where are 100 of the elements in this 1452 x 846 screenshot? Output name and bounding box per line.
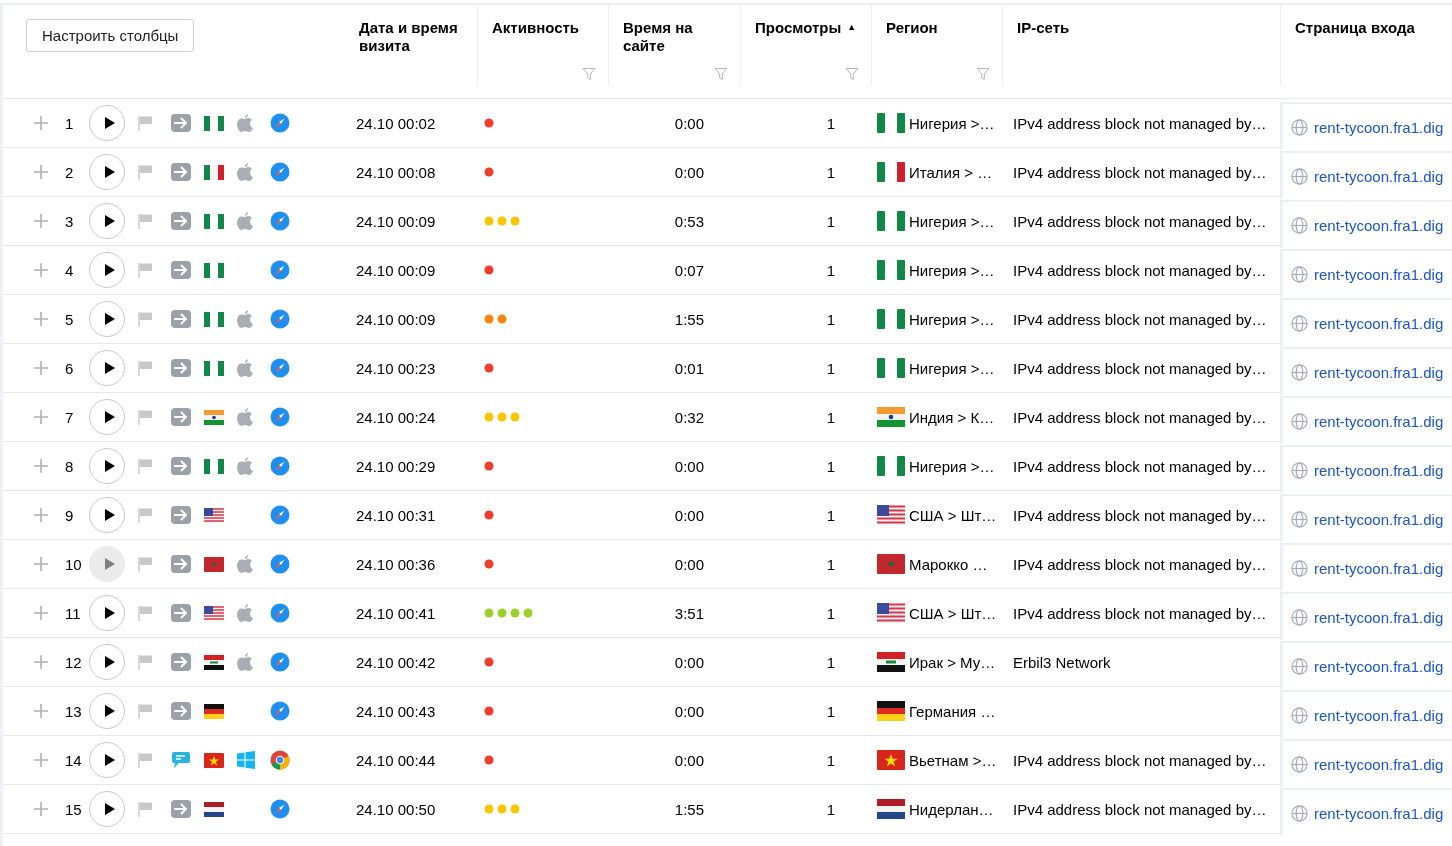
play-button[interactable] bbox=[89, 203, 125, 239]
play-button[interactable] bbox=[89, 693, 125, 729]
expand-icon[interactable] bbox=[34, 704, 48, 718]
expand-icon[interactable] bbox=[34, 753, 48, 767]
column-header[interactable]: Время на сайте bbox=[623, 19, 726, 55]
flag-icon[interactable] bbox=[137, 115, 153, 131]
column-header[interactable]: Дата и время визита bbox=[359, 19, 463, 55]
country-flag-icon bbox=[877, 260, 905, 280]
entry-page-link[interactable]: rent-tycoon.fra1.dig bbox=[1314, 314, 1444, 332]
visit-datetime: 24.10 00:09 bbox=[356, 261, 436, 279]
entry-page-link[interactable]: rent-tycoon.fra1.dig bbox=[1314, 265, 1444, 283]
entry-page-link[interactable]: rent-tycoon.fra1.dig bbox=[1314, 657, 1444, 675]
expand-icon[interactable] bbox=[34, 116, 48, 130]
expand-icon[interactable] bbox=[34, 410, 48, 424]
play-button[interactable] bbox=[89, 644, 125, 680]
filter-icon[interactable] bbox=[845, 67, 859, 81]
entry-page-link[interactable]: rent-tycoon.fra1.dig bbox=[1314, 216, 1444, 234]
region-text: Нигерия >… bbox=[909, 212, 995, 230]
flag-icon[interactable] bbox=[137, 654, 153, 670]
expand-icon[interactable] bbox=[34, 263, 48, 277]
play-button[interactable] bbox=[89, 742, 125, 778]
region-text: Марокко … bbox=[909, 555, 988, 573]
flag-icon[interactable] bbox=[137, 360, 153, 376]
configure-columns-button[interactable]: Настроить столбцы bbox=[26, 19, 195, 52]
visit-datetime: 24.10 00:23 bbox=[356, 359, 436, 377]
entry-page-link[interactable]: rent-tycoon.fra1.dig bbox=[1314, 755, 1444, 773]
ip-network: IPv4 address block not managed by… bbox=[1013, 457, 1267, 475]
visit-datetime: 24.10 00:09 bbox=[356, 212, 436, 230]
row-number: 2 bbox=[65, 163, 75, 181]
page-views: 1 bbox=[826, 163, 835, 181]
entry-page-link[interactable]: rent-tycoon.fra1.dig bbox=[1314, 167, 1444, 185]
entry-page-link[interactable]: rent-tycoon.fra1.dig bbox=[1314, 510, 1444, 528]
entry-page-link[interactable]: rent-tycoon.fra1.dig bbox=[1314, 461, 1444, 479]
visit-datetime: 24.10 00:36 bbox=[356, 555, 436, 573]
time-on-site: 1:55 bbox=[674, 310, 704, 328]
filter-icon[interactable] bbox=[714, 67, 728, 81]
expand-icon[interactable] bbox=[34, 508, 48, 522]
entry-page-link[interactable]: rent-tycoon.fra1.dig bbox=[1314, 412, 1444, 430]
flag-icon[interactable] bbox=[137, 458, 153, 474]
expand-icon[interactable] bbox=[34, 214, 48, 228]
column-header[interactable]: Страница входа bbox=[1295, 19, 1415, 37]
flag-icon[interactable] bbox=[137, 213, 153, 229]
column-header[interactable]: Активность bbox=[492, 19, 580, 37]
play-button[interactable] bbox=[89, 399, 125, 435]
play-button[interactable] bbox=[89, 595, 125, 631]
expand-icon[interactable] bbox=[34, 165, 48, 179]
ip-network: IPv4 address block not managed by… bbox=[1013, 261, 1267, 279]
expand-icon[interactable] bbox=[34, 312, 48, 326]
visit-datetime: 24.10 00:29 bbox=[356, 457, 436, 475]
expand-icon[interactable] bbox=[34, 606, 48, 620]
time-on-site: 0:01 bbox=[674, 359, 704, 377]
page-views: 1 bbox=[826, 800, 835, 818]
play-button[interactable] bbox=[89, 497, 125, 533]
play-button[interactable] bbox=[89, 301, 125, 337]
globe-icon bbox=[1291, 363, 1308, 381]
column-header[interactable]: Регион bbox=[886, 19, 938, 37]
flag-icon[interactable] bbox=[137, 752, 153, 768]
expand-icon[interactable] bbox=[34, 655, 48, 669]
visit-datetime: 24.10 00:42 bbox=[356, 653, 436, 671]
column-header[interactable]: Просмотры bbox=[755, 19, 842, 37]
flag-icon[interactable] bbox=[137, 409, 153, 425]
flag-icon[interactable] bbox=[137, 164, 153, 180]
sort-arrow[interactable]: ▲ bbox=[847, 19, 857, 35]
flag-icon[interactable] bbox=[137, 311, 153, 327]
column-header[interactable]: IP-сеть bbox=[1017, 19, 1070, 37]
play-button[interactable] bbox=[89, 448, 125, 484]
country-flag-icon bbox=[877, 358, 905, 378]
expand-icon[interactable] bbox=[34, 361, 48, 375]
expand-icon[interactable] bbox=[34, 459, 48, 473]
row-number: 10 bbox=[65, 555, 83, 573]
filter-icon[interactable] bbox=[976, 67, 990, 81]
flag-icon[interactable] bbox=[137, 801, 153, 817]
entry-page-link[interactable]: rent-tycoon.fra1.dig bbox=[1314, 118, 1444, 136]
play-button[interactable] bbox=[89, 350, 125, 386]
entry-page-link[interactable]: rent-tycoon.fra1.dig bbox=[1314, 559, 1444, 577]
flag-icon[interactable] bbox=[137, 507, 153, 523]
globe-icon bbox=[1291, 608, 1308, 626]
entry-page-link[interactable]: rent-tycoon.fra1.dig bbox=[1314, 804, 1444, 822]
filter-icon[interactable] bbox=[582, 67, 596, 81]
globe-icon bbox=[1291, 314, 1308, 332]
flag-icon[interactable] bbox=[137, 703, 153, 719]
play-button[interactable] bbox=[89, 791, 125, 827]
expand-icon[interactable] bbox=[34, 802, 48, 816]
flag-icon[interactable] bbox=[137, 262, 153, 278]
country-flag-icon bbox=[877, 701, 905, 721]
page-views: 1 bbox=[826, 751, 835, 769]
region-text: Индия > К… bbox=[909, 408, 995, 426]
entry-page-link[interactable]: rent-tycoon.fra1.dig bbox=[1314, 363, 1444, 381]
play-button[interactable] bbox=[89, 154, 125, 190]
play-button[interactable] bbox=[89, 105, 125, 141]
play-button[interactable] bbox=[89, 252, 125, 288]
flag-icon[interactable] bbox=[137, 605, 153, 621]
entry-page-link[interactable]: rent-tycoon.fra1.dig bbox=[1314, 608, 1444, 626]
globe-icon bbox=[1291, 706, 1308, 724]
flag-icon[interactable] bbox=[137, 556, 153, 572]
country-flag-icon bbox=[877, 652, 905, 672]
globe-icon bbox=[1291, 265, 1308, 283]
row-number: 6 bbox=[65, 359, 75, 377]
expand-icon[interactable] bbox=[34, 557, 48, 571]
entry-page-link[interactable]: rent-tycoon.fra1.dig bbox=[1314, 706, 1444, 724]
